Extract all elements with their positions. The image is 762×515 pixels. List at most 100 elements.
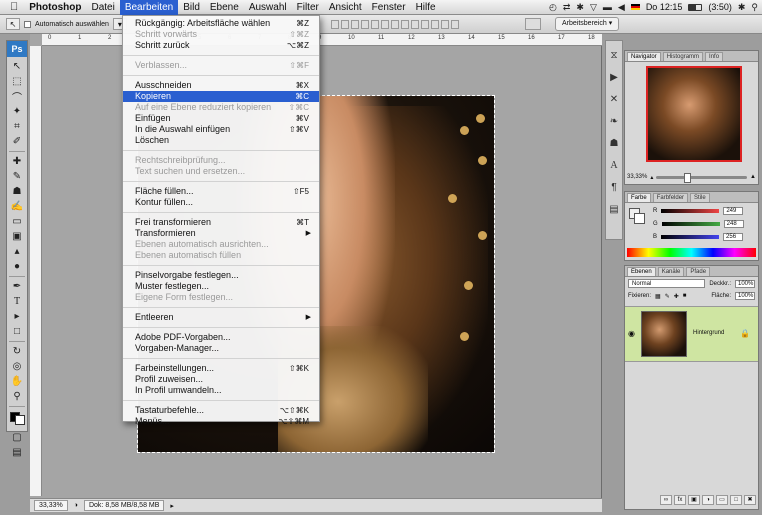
channel-b-value[interactable]: 256	[723, 233, 744, 241]
path-selection-tool-icon[interactable]: ▸	[7, 309, 27, 324]
blur-tool-icon[interactable]: ▴	[7, 244, 27, 259]
workspace-button[interactable]: Arbeitsbereich ▾	[555, 17, 620, 31]
eraser-tool-icon[interactable]: ▭	[7, 214, 27, 229]
menu-item[interactable]: Rückgängig: Arbeitsfläche wählen ⌘Z	[123, 18, 319, 29]
tab-paths[interactable]: Pfade	[686, 267, 711, 276]
hand-tool-icon[interactable]: ✋	[7, 374, 27, 389]
menu-item[interactable]: In die Auswahl einfügen ⇧⌘V	[123, 124, 319, 135]
auto-select-checkbox[interactable]	[24, 20, 31, 28]
menu-item[interactable]: In Profil umwandeln...	[123, 385, 319, 396]
tab-info[interactable]: Info	[705, 52, 724, 61]
align-bottom-icon[interactable]	[350, 19, 359, 29]
3d-rotate-tool-icon[interactable]: ↻	[7, 344, 27, 359]
status-arrow-icon[interactable]: ▸	[170, 502, 174, 510]
menu-datei[interactable]: Datei	[86, 0, 119, 15]
tab-histogram[interactable]: Histogramm	[662, 52, 704, 61]
menu-filter[interactable]: Filter	[292, 0, 324, 15]
clone-stamp-tool-icon[interactable]: ☗	[7, 184, 27, 199]
magic-wand-tool-icon[interactable]: ✦	[7, 104, 27, 119]
menu-item[interactable]: Kontur füllen...	[123, 197, 319, 208]
eyedropper-tool-icon[interactable]: ✐	[7, 134, 27, 149]
tab-layers[interactable]: Ebenen	[627, 267, 656, 276]
group-icon[interactable]: ▭	[716, 495, 728, 505]
apple-menu-icon[interactable]: 	[0, 0, 24, 15]
distribute-left-icon[interactable]	[420, 19, 429, 29]
channel-b-slider[interactable]	[661, 235, 720, 239]
layer-mask-icon[interactable]: ▣	[688, 495, 700, 505]
lock-position-icon[interactable]: ✚	[674, 293, 679, 300]
dodge-tool-icon[interactable]: ●	[7, 259, 27, 274]
type-tool-icon[interactable]: T	[7, 294, 27, 309]
tools-panel-icon[interactable]: ✕	[606, 91, 622, 107]
battery-icon[interactable]	[688, 3, 703, 11]
zoom-in-icon[interactable]: ▲	[750, 174, 756, 180]
menu-hilfe[interactable]: Hilfe	[411, 0, 441, 15]
delete-layer-icon[interactable]: ✖	[744, 495, 756, 505]
distribute-middle-icon[interactable]	[400, 19, 409, 29]
lock-all-icon[interactable]: ■	[683, 293, 687, 299]
menu-item[interactable]: Vorgaben-Manager...	[123, 343, 319, 354]
volume-icon[interactable]: ◀	[618, 2, 625, 13]
distribute-bottom-icon[interactable]	[410, 19, 419, 29]
background-color-swatch[interactable]	[14, 414, 25, 425]
time-machine-icon[interactable]: ◴	[549, 2, 557, 13]
notes-panel-icon[interactable]: ▤	[606, 201, 622, 217]
menu-item[interactable]: Kopieren ⌘C	[123, 91, 319, 102]
menu-fenster[interactable]: Fenster	[367, 0, 411, 15]
wifi-icon[interactable]: ▽	[590, 2, 597, 13]
blend-mode-select[interactable]: Normal	[628, 279, 706, 288]
menu-item[interactable]: Frei transformieren ⌘T	[123, 217, 319, 228]
gradient-tool-icon[interactable]: ▣	[7, 229, 27, 244]
actions-panel-icon[interactable]: ▶	[606, 69, 622, 85]
align-left-icon[interactable]	[360, 19, 369, 29]
opacity-field[interactable]: 100%	[735, 279, 755, 288]
background-color-swatch[interactable]	[634, 213, 645, 224]
screen-mode-icon[interactable]: ▤	[7, 445, 27, 460]
align-middle-icon[interactable]	[340, 19, 349, 29]
lock-icon[interactable]: 🔒	[740, 329, 750, 338]
channel-r-value[interactable]: 249	[723, 207, 744, 215]
channel-r-slider[interactable]	[661, 209, 720, 213]
menu-bearbeiten[interactable]: Bearbeiten	[119, 0, 179, 15]
lock-transparency-icon[interactable]: ▦	[655, 293, 661, 300]
brushes-panel-icon[interactable]: ❧	[606, 113, 622, 129]
tab-styles[interactable]: Stile	[690, 193, 710, 202]
distribute-top-icon[interactable]	[390, 19, 399, 29]
menu-item[interactable]: Transformieren ▶	[123, 228, 319, 239]
color-panel-fg-bg[interactable]	[629, 208, 645, 224]
adjustment-layer-icon[interactable]: ◑	[702, 495, 714, 505]
zoom-level[interactable]: 33,33%	[34, 500, 68, 511]
menu-auswahl[interactable]: Auswahl	[244, 0, 292, 15]
menu-item[interactable]: Pinselvorgabe festlegen...	[123, 270, 319, 281]
menu-item[interactable]: Muster festlegen...	[123, 281, 319, 292]
navigator-zoom-value[interactable]: 33,33%	[627, 174, 647, 180]
flag-icon[interactable]	[630, 4, 640, 10]
bluetooth-icon-2[interactable]: ✱	[738, 2, 746, 13]
zoom-tool-icon[interactable]: ⚲	[7, 389, 27, 404]
link-layers-icon[interactable]: ∞	[660, 495, 672, 505]
shape-tool-icon[interactable]: □	[7, 324, 27, 339]
menu-item[interactable]: Ausschneiden ⌘X	[123, 80, 319, 91]
new-layer-icon[interactable]: □	[730, 495, 742, 505]
menu-item[interactable]: Löschen	[123, 135, 319, 146]
zoom-slider[interactable]	[656, 172, 748, 183]
navigator-thumbnail[interactable]	[646, 66, 742, 162]
quick-mask-icon[interactable]: ▢	[7, 430, 27, 445]
3d-orbit-tool-icon[interactable]: ◎	[7, 359, 27, 374]
tab-color[interactable]: Farbe	[627, 193, 651, 202]
clock[interactable]: Do 12:15	[646, 2, 683, 12]
zoom-out-icon[interactable]: ▴	[650, 174, 653, 181]
layer-style-icon[interactable]: fx	[674, 495, 686, 505]
menu-item[interactable]: Entleeren ▶	[123, 312, 319, 323]
pen-tool-icon[interactable]: ✒	[7, 279, 27, 294]
menu-item[interactable]: Profil zuweisen...	[123, 374, 319, 385]
bluetooth-icon[interactable]: ✱	[576, 2, 584, 13]
align-center-icon[interactable]	[370, 19, 379, 29]
tab-navigator[interactable]: Navigator	[627, 52, 661, 61]
menu-item[interactable]: Farbeinstellungen... ⇧⌘K	[123, 363, 319, 374]
workspace-icon[interactable]	[525, 18, 541, 30]
menu-ebene[interactable]: Ebene	[205, 0, 244, 15]
history-brush-tool-icon[interactable]: ✍	[7, 199, 27, 214]
menu-item[interactable]: Adobe PDF-Vorgaben...	[123, 332, 319, 343]
menu-bild[interactable]: Bild	[178, 0, 205, 15]
